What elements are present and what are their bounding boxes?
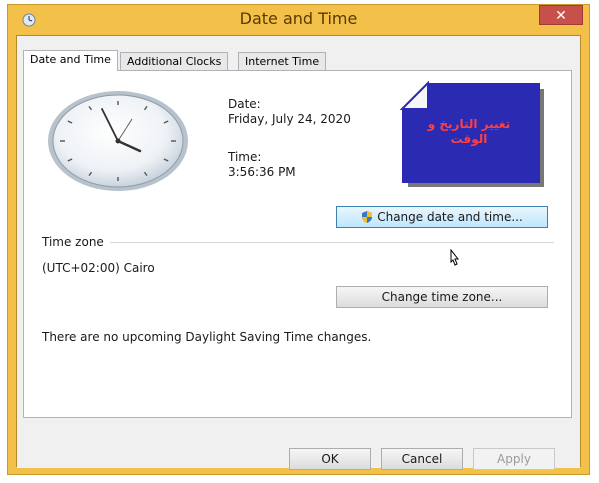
note-text: تغيير التاريخ و الوقت [398, 117, 540, 147]
close-button[interactable]: ✕ [539, 5, 583, 25]
mouse-pointer-icon [450, 249, 460, 266]
note-text-line-2: الوقت [450, 132, 488, 146]
change-time-zone-button[interactable]: Change time zone... [336, 286, 548, 308]
close-icon: ✕ [555, 8, 567, 24]
dialog-footer: OK Cancel Apply [17, 428, 580, 470]
date-time-dialog: Date and Time ✕ Date and Time Additional… [7, 4, 590, 475]
tab-internet-time[interactable]: Internet Time [238, 52, 327, 70]
note-text-line-1: تغيير التاريخ و [427, 117, 511, 131]
date-label: Date: [228, 97, 261, 111]
tab-additional-clocks[interactable]: Additional Clocks [120, 52, 229, 70]
title-bar[interactable]: Date and Time ✕ [8, 5, 589, 35]
time-zone-value: (UTC+02:00) Cairo [42, 261, 155, 275]
window-title: Date and Time [239, 9, 358, 28]
change-date-time-label: Change date and time... [377, 210, 523, 224]
time-value: 3:56:36 PM [228, 165, 296, 179]
time-zone-section-label: Time zone [42, 235, 104, 249]
time-zone-divider [110, 242, 554, 243]
dialog-body: Date and Time Additional Clocks Internet… [16, 35, 581, 470]
cancel-button[interactable]: Cancel [381, 448, 463, 470]
time-label: Time: [228, 150, 262, 164]
uac-shield-icon [362, 211, 373, 223]
ok-button[interactable]: OK [289, 448, 371, 470]
date-value: Friday, July 24, 2020 [228, 112, 351, 126]
annotation-note: تغيير التاريخ و الوقت [398, 79, 546, 189]
analog-clock [48, 91, 188, 191]
tab-date-and-time[interactable]: Date and Time [23, 50, 118, 71]
change-date-time-button[interactable]: Change date and time... [336, 206, 548, 228]
apply-button[interactable]: Apply [473, 448, 555, 470]
tab-panel-date-and-time: Date: Friday, July 24, 2020 Time: 3:56:3… [23, 70, 572, 418]
dst-message: There are no upcoming Daylight Saving Ti… [42, 330, 372, 344]
